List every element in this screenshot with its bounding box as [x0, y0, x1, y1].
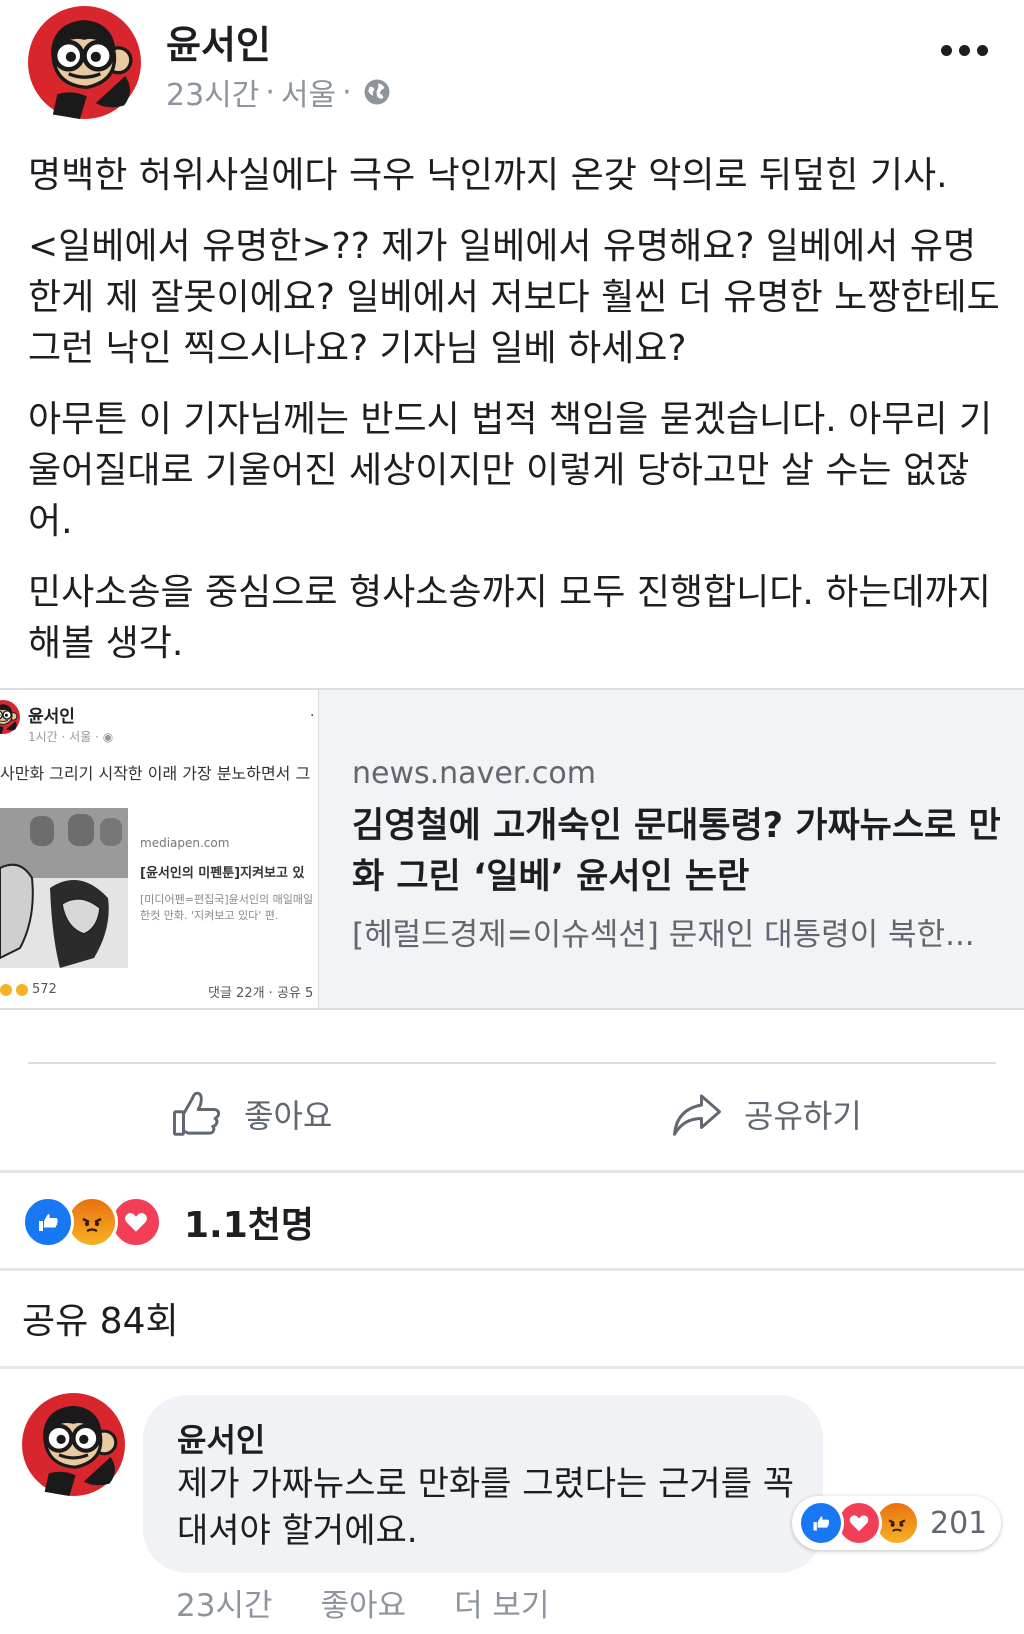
- reaction-count: 1.1천명: [184, 1205, 315, 1246]
- thumbnail-wow-icon: [16, 983, 28, 996]
- post-header: 윤서인 23시간 · 서울 ·: [0, 0, 1024, 140]
- comment-like-button[interactable]: 좋아요: [321, 1580, 407, 1625]
- like-reaction-icon: [22, 1196, 74, 1248]
- comment-reaction-count: 201: [930, 1505, 988, 1541]
- post-paragraph: 명백한 허위사실에다 극우 낙인까지 온갖 악의로 뒤덮힌 기사.: [28, 155, 948, 196]
- thumbnail-text: 사만화 그리기 시작한 이래 가장 분노하면서 그: [0, 764, 311, 783]
- section-divider: [0, 1268, 1024, 1271]
- post-author-name[interactable]: 윤서인: [166, 14, 271, 69]
- post-body: 명백한 허위사실에다 극우 낙인까지 온갖 악의로 뒤덮힌 기사. <일베에서 …: [28, 150, 1003, 689]
- comment-author[interactable]: 윤서인: [177, 1415, 265, 1461]
- post-paragraph: 민사소송을 중심으로 형사소송까지 모두 진행합니다. 하는데까지 해볼 생각.: [28, 572, 991, 664]
- thumbnail-comic-image: [0, 808, 128, 968]
- comment-bubble: 윤서인 제가 가짜뉴스로 만화를 그렸다는 근거를 꼭 대셔야 할거에요.: [143, 1395, 823, 1573]
- share-arrow-icon: [673, 1094, 721, 1136]
- author-avatar[interactable]: [28, 6, 141, 119]
- globe-icon: [364, 79, 390, 105]
- section-divider: [0, 1366, 1024, 1369]
- thumbnail-description: [미디어펜=편집국]윤서인의 매일매일 한컷 만화. '지켜보고 있다' 편.: [140, 893, 314, 922]
- thumbnail-meta-text: 1시간 · 서울 ·: [28, 730, 103, 744]
- like-reaction-icon: [798, 1500, 844, 1546]
- more-options-icon[interactable]: [934, 30, 994, 70]
- action-bar: 좋아요 공유하기: [0, 1064, 1024, 1170]
- thumbnail-meta: 1시간 · 서울 · ◉: [28, 728, 113, 745]
- link-preview-card[interactable]: 윤서인 1시간 · 서울 · ◉ · 사만화 그리기 시작한 이래 가장 분노하…: [0, 688, 1024, 1010]
- link-description: [헤럴드경제=이슈섹션] 문재인 대통령이 북한...: [352, 917, 975, 953]
- comment-reactions[interactable]: 201: [792, 1496, 1002, 1550]
- reaction-summary[interactable]: 1.1천명: [22, 1192, 314, 1252]
- share-button[interactable]: 공유하기: [670, 1084, 862, 1144]
- share-label: 공유하기: [744, 1097, 862, 1135]
- thumbnail-author: 윤서인: [28, 707, 75, 727]
- meta-separator: ·: [265, 74, 275, 110]
- comment-text: 제가 가짜뉴스로 만화를 그렸다는 근거를 꼭 대셔야 할거에요.: [177, 1464, 795, 1551]
- post-meta: 23시간 · 서울 ·: [166, 70, 392, 114]
- comment-time[interactable]: 23시간: [176, 1580, 273, 1625]
- link-domain: news.naver.com: [352, 756, 596, 791]
- thumbnail-avatar: [0, 700, 20, 734]
- post-paragraph: 아무튼 이 기자님께는 반드시 법적 책임을 묻겠습니다. 아무리 기울어질대로…: [28, 399, 993, 542]
- thumbnail-globe-icon: ◉: [102, 730, 114, 744]
- thumbnail-reaction-count: 572: [32, 982, 57, 997]
- link-headline[interactable]: 김영철에 고개숙인 문대통령? 가짜뉴스로 만화 그린 ‘일베’ 윤서인 논란: [352, 801, 1002, 903]
- post-location[interactable]: 서울: [281, 70, 336, 114]
- commenter-avatar[interactable]: [22, 1393, 125, 1496]
- like-button[interactable]: 좋아요: [170, 1084, 332, 1144]
- meta-separator: ·: [342, 74, 352, 110]
- thumbnail-more-icon: ·: [310, 708, 315, 724]
- share-count[interactable]: 공유 84회: [22, 1292, 179, 1344]
- post-time[interactable]: 23시간: [166, 70, 259, 114]
- thumbnail-stats: 댓글 22개 · 공유 5: [208, 986, 314, 1001]
- thumbnail-angry-icon: [0, 983, 12, 996]
- link-thumbnail: 윤서인 1시간 · 서울 · ◉ · 사만화 그리기 시작한 이래 가장 분노하…: [0, 690, 319, 1008]
- post-paragraph: <일베에서 유명한>?? 제가 일베에서 유명해요? 일베에서 유명한게 제 잘…: [28, 226, 1000, 369]
- section-divider: [0, 1170, 1024, 1173]
- like-label: 좋아요: [244, 1097, 333, 1135]
- thumbnail-headline: [윤서인의 미펜툰]지켜보고 있: [140, 866, 305, 881]
- link-text-area: news.naver.com 김영철에 고개숙인 문대통령? 가짜뉴스로 만화 …: [352, 756, 1002, 954]
- thumbnail-source: mediapen.com: [140, 836, 230, 850]
- comment-footer: 23시간 좋아요 더 보기: [176, 1580, 549, 1625]
- thumbs-up-icon: [173, 1091, 221, 1136]
- comment-more-button[interactable]: 더 보기: [454, 1580, 549, 1625]
- thumbnail-reactions: 572: [0, 982, 57, 997]
